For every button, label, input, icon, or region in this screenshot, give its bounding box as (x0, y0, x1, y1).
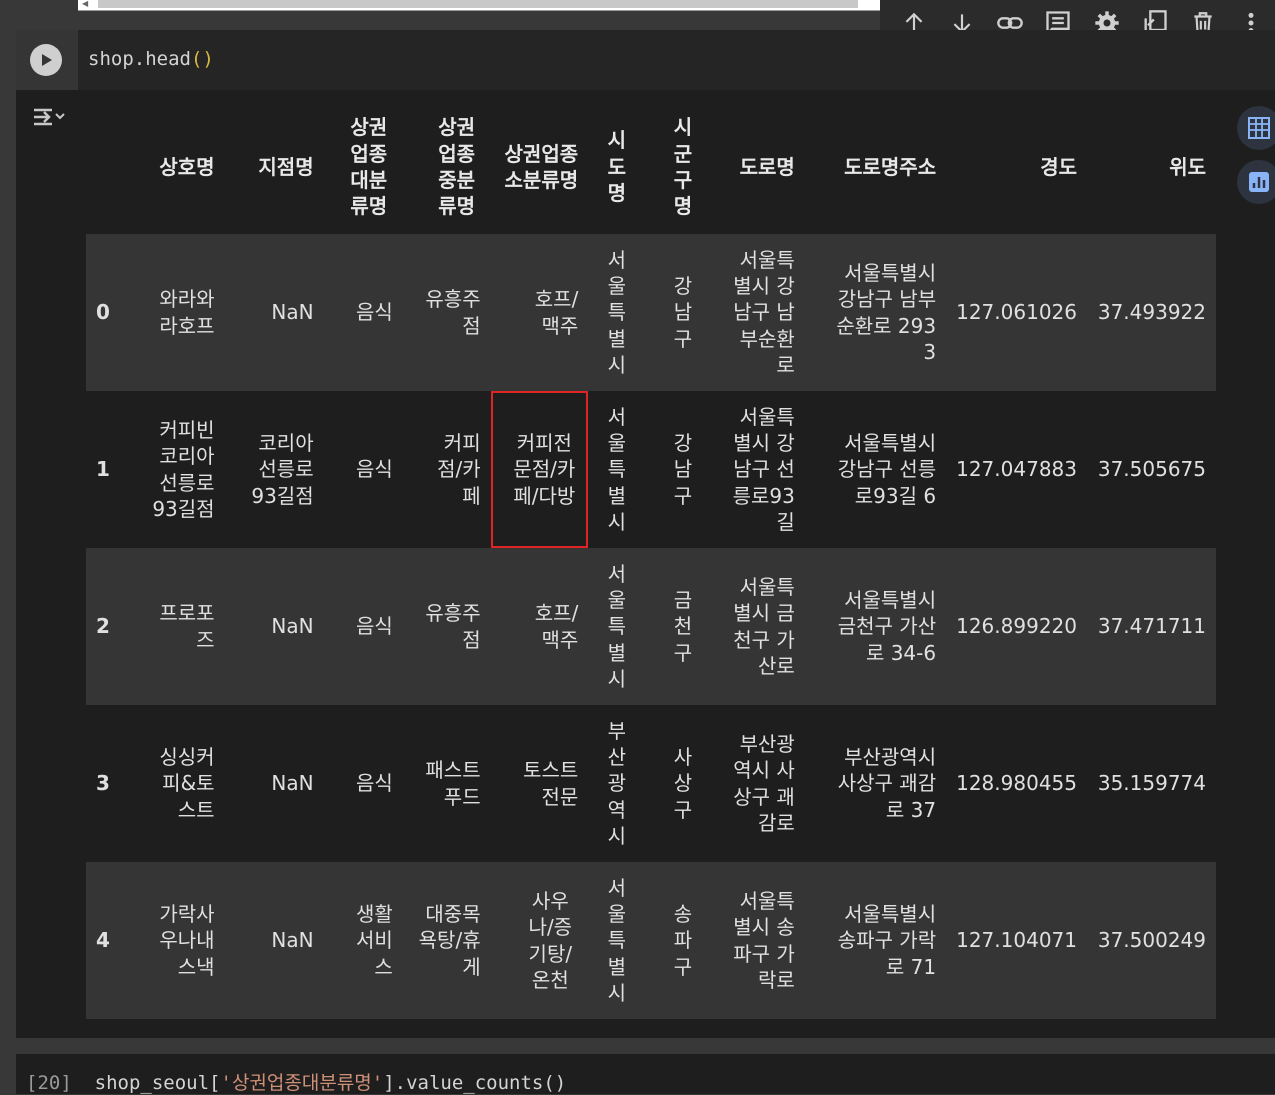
cell-c7: 금천구 (637, 548, 704, 705)
cell-c7: 강남구 (637, 391, 704, 548)
cell-c2: NaN (224, 548, 324, 705)
cell-c11: 35.159774 (1087, 705, 1216, 862)
cell-c3: 음식 (323, 391, 403, 548)
header-col-10: 경도 (1040, 154, 1077, 179)
cell-c11: 37.493922 (1087, 234, 1216, 391)
header-col-5: 상권업종소분류명 (504, 141, 579, 192)
cell-c9: 서울특별시 금천구 가산로 34-6 (804, 548, 947, 705)
code-call: shop.head (88, 48, 191, 70)
cell-c9: 부산광역시 사상구 괘감로 37 (804, 705, 947, 862)
header-col-6: 시도명 (607, 128, 626, 206)
row-index: 3 (86, 705, 128, 862)
cell-c5: 사우나/증기탕/온천 (490, 862, 589, 1019)
next-code-text[interactable]: [20] shop_seoul['상권업종대분류명'].value_counts… (26, 1068, 566, 1095)
next-code-cell[interactable]: [20] shop_seoul['상권업종대분류명'].value_counts… (16, 1054, 1275, 1094)
table-row: 1 커피빈코리아선릉로93길점 코리아선릉로93길점 음식 커피점/카페 커피전… (86, 391, 1216, 548)
cell-c1: 와라와라호프 (127, 234, 225, 391)
code-editor[interactable]: shop.head() (16, 30, 1275, 90)
table-row: 3 싱싱커피&토스트 NaN 음식 패스트푸드 토스트전문 부산광역시 사상구 … (86, 705, 1216, 862)
cell-c7: 강남구 (637, 234, 704, 391)
suggest-chart-button[interactable] (1237, 160, 1275, 204)
cell-c1: 커피빈코리아선릉로93길점 (127, 391, 225, 548)
header-index (86, 100, 127, 234)
cell-c11: 37.471711 (1087, 548, 1216, 705)
header-col-2: 지점명 (258, 154, 314, 179)
run-cell-button[interactable] (30, 44, 62, 76)
next-code-pre: shop_seoul[ (94, 1072, 221, 1094)
cell-c9: 서울특별시 강남구 남부순환로 2933 (804, 234, 947, 391)
row-index: 2 (86, 548, 128, 705)
cell-c2: NaN (224, 705, 324, 862)
scroll-thumb[interactable] (98, 0, 858, 8)
header-col-8: 도로명 (739, 154, 795, 179)
cell-c10: 127.047883 (946, 391, 1087, 548)
cell-c1: 가락사우나내스낵 (127, 862, 225, 1019)
cell-c2: NaN (224, 862, 324, 1019)
cell-c8: 서울특별시 금천구 가산로 (703, 548, 805, 705)
cell-c1: 프로포즈 (127, 548, 225, 705)
cell-c6: 서울특별시 (588, 548, 638, 705)
row-index: 1 (86, 391, 128, 548)
row-index: 4 (86, 862, 128, 1019)
cell-c4: 유흥주점 (402, 548, 491, 705)
cell-c6: 서울특별시 (588, 234, 638, 391)
cell-c10: 128.980455 (946, 705, 1087, 862)
cell-c1: 싱싱커피&토스트 (127, 705, 225, 862)
cell-c6: 서울특별시 (588, 862, 638, 1019)
cell-c10: 127.104071 (946, 862, 1087, 1019)
execution-count: [20] (26, 1072, 72, 1094)
cell-c4: 커피점/카페 (402, 391, 491, 548)
next-code-post: ].value_counts() (383, 1072, 567, 1094)
cell-c9: 서울특별시 강남구 선릉로93길 6 (804, 391, 947, 548)
cell-c10: 126.899220 (946, 548, 1087, 705)
scroll-left-icon[interactable]: ◀ (82, 0, 88, 8)
cell-c2: 코리아선릉로93길점 (224, 391, 324, 548)
header-col-11: 위도 (1169, 154, 1206, 179)
cell-c10: 127.061026 (946, 234, 1087, 391)
header-col-9: 도로명주소 (844, 154, 937, 179)
cell-c3: 생활서비스 (323, 862, 403, 1019)
cell-c11: 37.500249 (1087, 862, 1216, 1019)
table-row: 2 프로포즈 NaN 음식 유흥주점 호프/맥주 서울특별시 금천구 서울특별시… (86, 548, 1216, 705)
table-row: 0 와라와라호프 NaN 음식 유흥주점 호프/맥주 서울특별시 강남구 서울특… (86, 234, 1216, 391)
cell-c11: 37.505675 (1087, 391, 1216, 548)
cell-c4: 유흥주점 (402, 234, 491, 391)
cell-c4: 패스트푸드 (402, 705, 491, 862)
cell-c9: 서울특별시 송파구 가락로 71 (804, 862, 947, 1019)
header-col-7: 시군구명 (673, 115, 693, 219)
cell-c6: 서울특별시 (588, 391, 638, 548)
highlighted-cell-c5: 커피전문점/카페/다방 (490, 391, 589, 548)
cell-c3: 음식 (323, 705, 403, 862)
header-col-4: 상권업종중분류명 (438, 115, 476, 219)
bar-chart-icon (1249, 172, 1269, 192)
table-row: 4 가락사우나내스낵 NaN 생활서비스 대중목욕탕/휴게 사우나/증기탕/온천… (86, 862, 1216, 1019)
cell-c5: 토스트전문 (490, 705, 589, 862)
cell-c3: 음식 (323, 234, 403, 391)
cell-c7: 사상구 (637, 705, 704, 862)
cell-c2: NaN (224, 234, 324, 391)
code-parens: () (190, 48, 214, 70)
cell-c8: 서울특별시 송파구 가락로 (703, 862, 805, 1019)
cell-c8: 서울특별시 강남구 선릉로93길 (703, 391, 805, 548)
row-index: 0 (86, 234, 128, 391)
table-icon (1248, 117, 1270, 139)
cell-c8: 서울특별시 강남구 남부순환로 (703, 234, 805, 391)
table-view-button[interactable] (1237, 106, 1275, 150)
cell-c5: 호프/맥주 (490, 234, 589, 391)
cell-c5: 호프/맥주 (490, 548, 589, 705)
play-icon (42, 54, 52, 66)
cell-c3: 음식 (323, 548, 403, 705)
header-col-1: 상호명 (159, 154, 215, 179)
next-code-string: '상권업종대분류명' (220, 1072, 384, 1094)
cell-c4: 대중목욕탕/휴게 (402, 862, 491, 1019)
output-actions-icon[interactable] (30, 102, 66, 132)
code-text[interactable]: shop.head() (88, 48, 214, 70)
dataframe-table: 상호명 지점명 상권업종대분류명 상권업종중분류명 상권업종소분류명 시도명 시… (86, 100, 1216, 1019)
previous-output-scrollbar[interactable]: ◀ (78, 0, 880, 11)
cell-c6: 부산광역시 (588, 705, 638, 862)
header-row: 상호명 지점명 상권업종대분류명 상권업종중분류명 상권업종소분류명 시도명 시… (86, 100, 1216, 234)
header-col-3: 상권업종대분류명 (350, 115, 388, 219)
cell-c7: 송파구 (637, 862, 704, 1019)
cell-c8: 부산광역시 사상구 괘감로 (703, 705, 805, 862)
